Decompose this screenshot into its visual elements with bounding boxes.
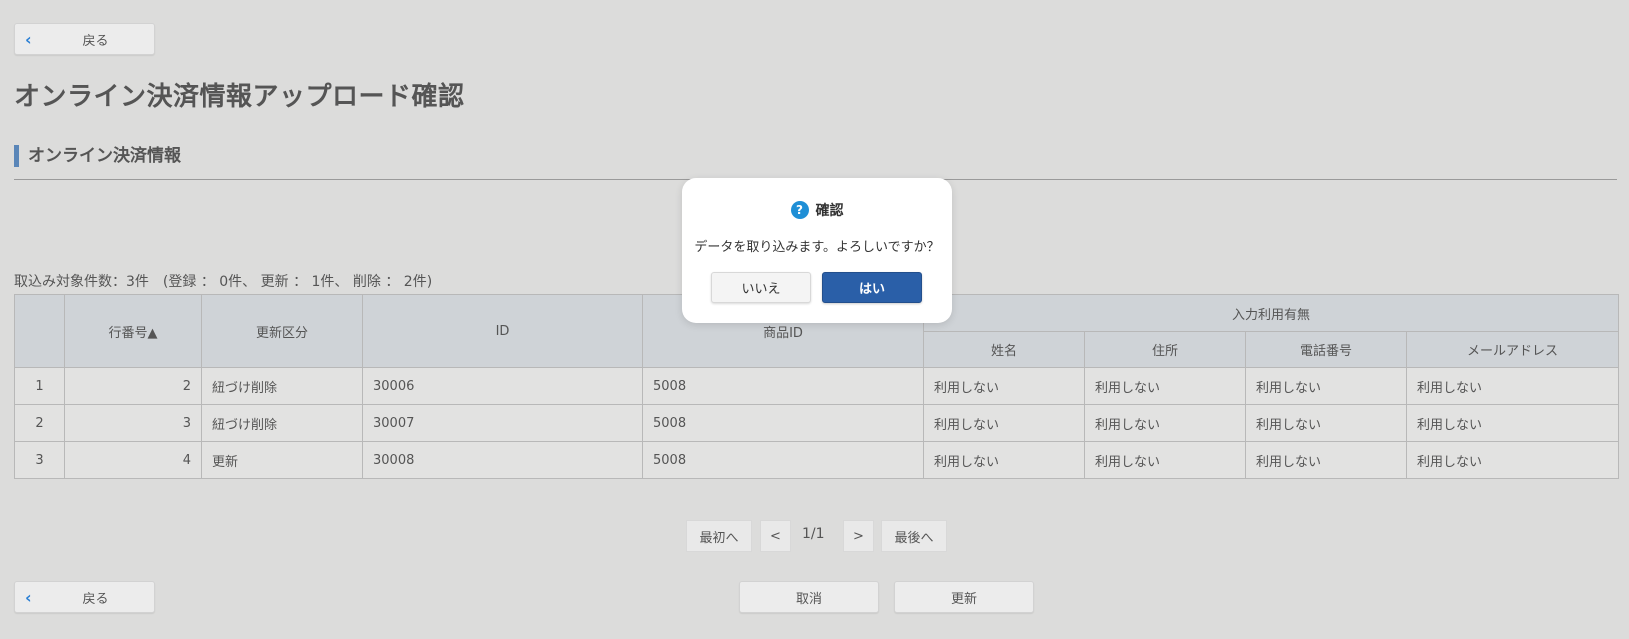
dialog-yes-button[interactable]: はい xyxy=(822,272,922,303)
dialog-title-row: ? 確認 xyxy=(682,200,952,220)
confirm-dialog: ? 確認 データを取り込みます。よろしいですか？ いいえ はい xyxy=(682,178,952,323)
dialog-no-button[interactable]: いいえ xyxy=(711,272,811,303)
question-icon: ? xyxy=(790,201,809,219)
dialog-title: 確認 xyxy=(815,203,844,219)
dialog-message: データを取り込みます。よろしいですか？ xyxy=(694,240,940,255)
